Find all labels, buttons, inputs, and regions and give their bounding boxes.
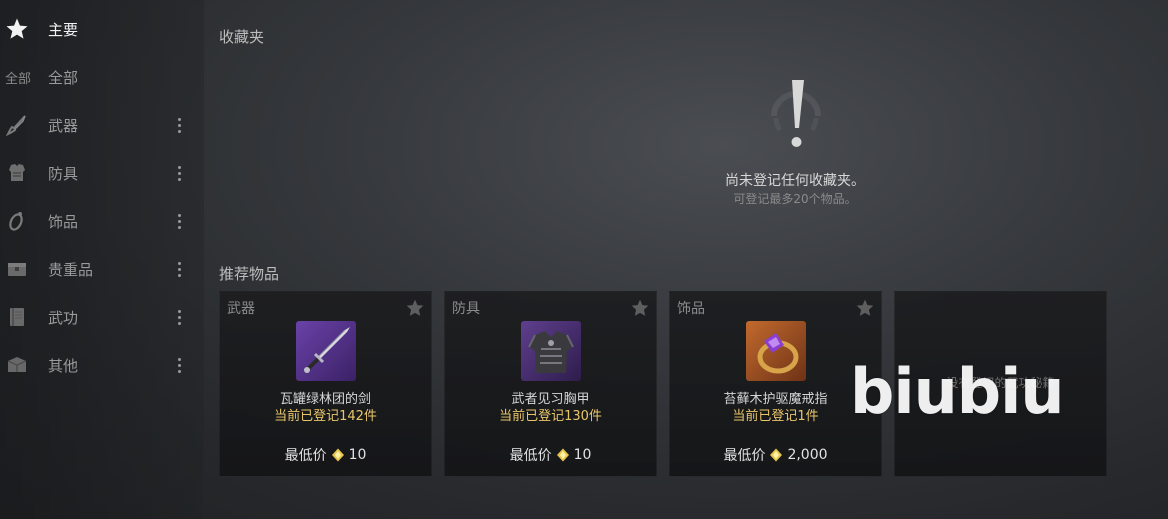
sidebar-item-weapon[interactable]: 武器 [0, 105, 204, 145]
item-category: 防具 [452, 301, 480, 317]
ring-icon [4, 208, 30, 234]
chest-icon [4, 256, 30, 282]
sidebar-item-label: 全部 [48, 68, 79, 87]
item-category: 武器 [227, 301, 255, 317]
price-label: 最低价 [284, 448, 327, 464]
favorite-star-icon[interactable] [630, 298, 650, 318]
item-lowest-price: 最低价 10 [220, 445, 431, 465]
more-menu-icon[interactable] [170, 258, 188, 280]
item-registered-count: 当前已登记130件 [499, 409, 602, 424]
book-icon [4, 304, 30, 330]
sidebar-item-valuables[interactable]: 贵重品 [0, 249, 204, 289]
favorite-star-icon[interactable] [855, 298, 875, 318]
gem-currency-icon [331, 448, 345, 462]
armor-icon [4, 160, 30, 186]
item-lowest-price: 最低价 10 [445, 445, 656, 465]
more-menu-icon[interactable] [170, 306, 188, 328]
all-icon: 全部 [4, 71, 31, 87]
sidebar-item-martial-arts[interactable]: 武功 [0, 297, 204, 337]
more-menu-icon[interactable] [170, 162, 188, 184]
more-menu-icon[interactable] [170, 354, 188, 376]
category-sidebar: 主要 全部 全部 武器 防具 饰品 贵重品 武功 其他 [0, 0, 204, 519]
more-menu-icon[interactable] [170, 210, 188, 232]
sword-icon [4, 112, 30, 138]
recommended-item-card[interactable]: 武器 瓦罐绿林团的剑 当前已登记142件 最低价 10 [219, 291, 432, 477]
watermark-logo: biubiu [850, 355, 1065, 428]
item-category: 饰品 [677, 301, 705, 317]
sidebar-item-armor[interactable]: 防具 [0, 153, 204, 193]
sidebar-item-main[interactable]: 主要 [0, 9, 204, 49]
favorites-title: 收藏夹 [219, 28, 265, 46]
sidebar-item-label: 贵重品 [48, 260, 94, 279]
box-icon [4, 352, 30, 378]
price-label: 最低价 [509, 448, 552, 464]
item-lowest-price: 最低价 2,000 [670, 445, 881, 465]
more-menu-icon[interactable] [170, 114, 188, 136]
sidebar-item-all[interactable]: 全部 全部 [0, 57, 204, 97]
sidebar-item-label: 防具 [48, 164, 79, 183]
recommended-item-card[interactable]: 防具 武者见习胸甲 当前已登记130件 最低价 10 [444, 291, 657, 477]
star-icon [4, 16, 30, 42]
price-value: 10 [348, 447, 367, 463]
favorite-star-icon[interactable] [405, 298, 425, 318]
price-label: 最低价 [723, 448, 766, 464]
sidebar-item-label: 其他 [48, 356, 79, 375]
sidebar-item-other[interactable]: 其他 [0, 345, 204, 385]
gem-currency-icon [769, 448, 783, 462]
price-value: 10 [573, 447, 592, 463]
price-value: 2,000 [787, 447, 828, 463]
sidebar-item-accessory[interactable]: 饰品 [0, 201, 204, 241]
exclamation-icon [764, 78, 828, 150]
recommended-title: 推荐物品 [219, 265, 280, 283]
favorites-empty-hint: 可登记最多20个物品。 [733, 192, 857, 206]
item-registered-count: 当前已登记142件 [274, 409, 377, 424]
sidebar-item-label: 武器 [48, 116, 79, 135]
favorites-empty-message: 尚未登记任何收藏夹。 [725, 173, 865, 189]
sword-item-icon [296, 321, 356, 381]
sidebar-item-label: 主要 [48, 20, 79, 39]
sidebar-item-label: 武功 [48, 308, 79, 327]
ring-item-icon [746, 321, 806, 381]
sidebar-item-label: 饰品 [48, 212, 79, 231]
gem-currency-icon [556, 448, 570, 462]
chest-armor-item-icon [521, 321, 581, 381]
